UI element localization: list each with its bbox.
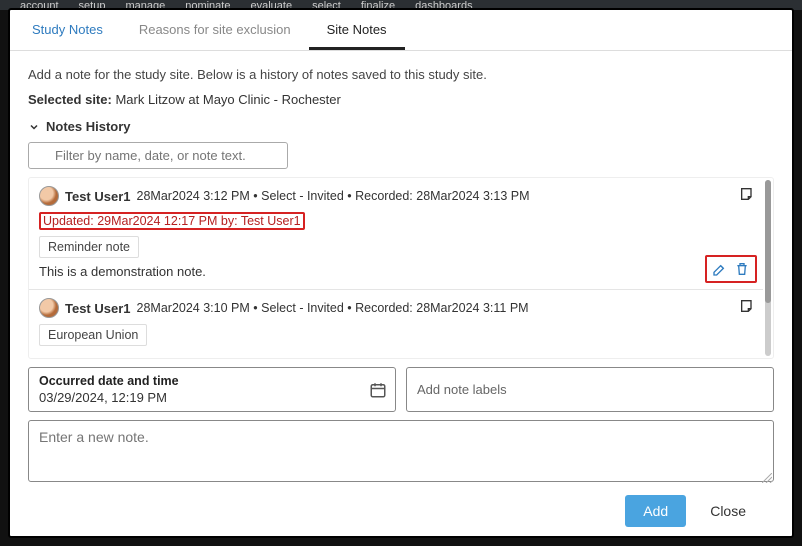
note-meta: 28Mar2024 3:10 PM • Select - Invited • R… — [137, 301, 529, 315]
modal-footer: Add Close — [28, 485, 774, 533]
note-labels-field[interactable]: Add note labels — [406, 367, 774, 412]
new-note-textarea[interactable] — [28, 420, 774, 482]
delete-icon[interactable] — [733, 260, 751, 278]
avatar — [39, 298, 59, 318]
filter-input[interactable] — [28, 142, 288, 169]
filter-wrap — [28, 142, 774, 169]
tab-site-notes[interactable]: Site Notes — [309, 10, 405, 50]
occurred-datetime-field[interactable]: Occurred date and time 03/29/2024, 12:19… — [28, 367, 396, 412]
edit-icon[interactable] — [711, 260, 729, 278]
chevron-down-icon — [28, 121, 40, 133]
site-notes-modal: Study Notes Reasons for site exclusion S… — [8, 8, 794, 538]
occurred-label: Occurred date and time — [39, 374, 385, 388]
note-actions — [705, 255, 757, 283]
tab-reasons-exclusion[interactable]: Reasons for site exclusion — [121, 10, 309, 50]
note-label-chip: Reminder note — [39, 236, 139, 258]
scrollbar[interactable] — [765, 180, 771, 356]
tab-bar: Study Notes Reasons for site exclusion S… — [10, 10, 792, 51]
note-card: Test User1 28Mar2024 3:12 PM • Select - … — [29, 178, 763, 290]
calendar-icon[interactable] — [369, 381, 387, 399]
selected-site-line: Selected site: Mark Litzow at Mayo Clini… — [28, 92, 774, 107]
avatar — [39, 186, 59, 206]
modal-content: Add a note for the study site. Below is … — [10, 51, 792, 536]
note-meta: 28Mar2024 3:12 PM • Select - Invited • R… — [137, 189, 530, 203]
helper-text: Add a note for the study site. Below is … — [28, 67, 774, 82]
notes-history-label: Notes History — [46, 119, 131, 134]
close-button[interactable]: Close — [700, 495, 756, 527]
note-body: This is a demonstration note. — [39, 264, 753, 279]
occurred-value: 03/29/2024, 12:19 PM — [39, 390, 385, 405]
notes-history-toggle[interactable]: Notes History — [28, 119, 774, 134]
note-author: Test User1 — [65, 301, 131, 316]
note-updated-line: Updated: 29Mar2024 12:17 PM by: Test Use… — [39, 212, 305, 230]
selected-site-value: Mark Litzow at Mayo Clinic - Rochester — [115, 92, 340, 107]
selected-site-label: Selected site: — [28, 92, 112, 107]
note-card: Test User1 28Mar2024 3:10 PM • Select - … — [29, 290, 763, 359]
sticky-note-icon[interactable] — [739, 186, 755, 202]
add-button[interactable]: Add — [625, 495, 686, 527]
note-author: Test User1 — [65, 189, 131, 204]
sticky-note-icon[interactable] — [739, 298, 755, 314]
tab-study-notes[interactable]: Study Notes — [14, 10, 121, 50]
form-row: Occurred date and time 03/29/2024, 12:19… — [28, 367, 774, 412]
labels-placeholder: Add note labels — [417, 382, 763, 397]
note-label-chip: European Union — [39, 324, 147, 346]
notes-history-list: Test User1 28Mar2024 3:12 PM • Select - … — [28, 177, 774, 359]
